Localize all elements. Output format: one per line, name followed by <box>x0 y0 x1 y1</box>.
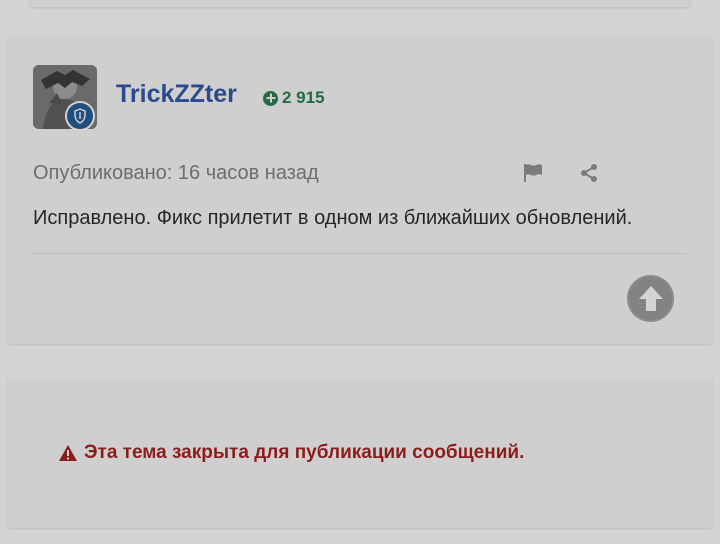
post-content: Исправлено. Фикс прилетит в одном из бли… <box>33 207 633 229</box>
share-button[interactable] <box>576 160 602 186</box>
arrow-up-icon <box>638 285 663 311</box>
topic-closed-notice: Эта тема закрыта для публикации сообщени… <box>58 442 524 464</box>
post-date: Опубликовано: 16 часов назад <box>33 162 319 184</box>
post-divider <box>33 253 686 254</box>
post-card <box>8 38 712 344</box>
flag-icon <box>524 164 542 182</box>
topic-closed-text: Эта тема закрыта для публикации сообщени… <box>84 442 525 463</box>
reputation-badge[interactable]: 2 915 <box>263 88 325 108</box>
warning-icon <box>59 445 77 461</box>
author-name[interactable]: TrickZZter <box>116 80 237 109</box>
report-button[interactable] <box>520 160 546 186</box>
previous-post-card <box>30 0 690 7</box>
reputation-count: 2 915 <box>282 88 325 107</box>
share-icon <box>581 164 597 182</box>
shield-icon <box>65 101 95 131</box>
plus-circle-icon <box>263 90 278 106</box>
scroll-top-button[interactable] <box>627 275 674 322</box>
